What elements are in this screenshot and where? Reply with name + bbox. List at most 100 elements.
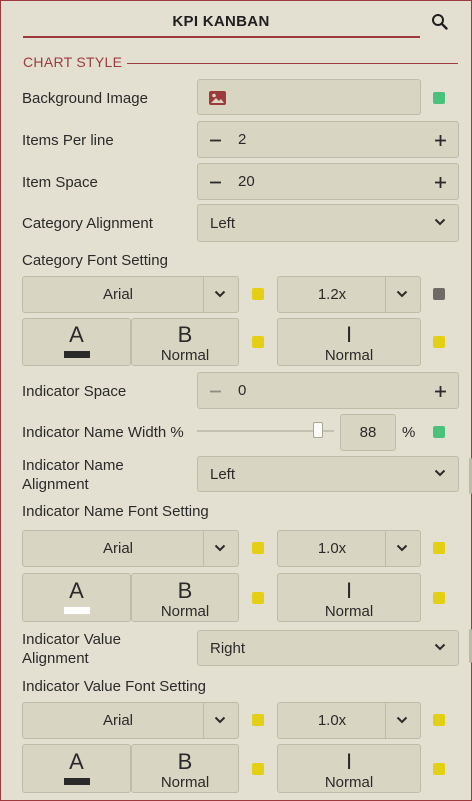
font-weight-value: Normal	[160, 347, 210, 364]
image-icon	[209, 91, 226, 105]
font-style-glyph: I	[345, 749, 353, 774]
panel-title: KPI KANBAN	[172, 13, 270, 30]
indicator-name-font-style-toggle[interactable]	[433, 592, 445, 604]
indicator-value-alignment-select[interactable]: Right	[197, 630, 459, 666]
font-color-glyph: A	[69, 749, 84, 774]
category-font-color-button[interactable]: A	[22, 318, 131, 366]
font-weight-glyph: B	[177, 578, 193, 603]
indicator-value-font-style-button[interactable]: I Normal	[277, 744, 421, 793]
indicator-name-alignment-label-line1: Indicator Name	[22, 457, 124, 474]
indicator-name-width-input[interactable]: 88	[340, 414, 396, 451]
dropdown-divider	[203, 531, 204, 566]
category-font-size-select[interactable]: 1.2x	[277, 276, 421, 313]
category-font-label: Category Font Setting	[22, 252, 168, 269]
category-font-family-select[interactable]: Arial	[22, 276, 239, 313]
item-space-stepper: 20	[197, 163, 459, 200]
font-style-value: Normal	[324, 347, 374, 364]
font-color-bar	[64, 607, 90, 614]
chevron-down-icon	[396, 290, 408, 297]
indicator-name-font-style-button[interactable]: I Normal	[277, 573, 421, 622]
minus-icon[interactable]	[209, 385, 222, 398]
indicator-value-font-size-value: 1.0x	[317, 712, 347, 729]
category-alignment-label: Category Alignment	[22, 215, 153, 232]
indicator-value-font-size-select[interactable]: 1.0x	[277, 702, 421, 739]
category-font-size-toggle[interactable]	[433, 288, 445, 300]
font-weight-glyph: B	[177, 322, 193, 347]
indicator-name-width-slider-handle[interactable]	[313, 422, 323, 438]
indicator-name-font-size-value: 1.0x	[317, 540, 347, 557]
item-space-label: Item Space	[22, 174, 98, 191]
category-font-style-button[interactable]: I Normal	[277, 318, 421, 366]
font-style-value: Normal	[324, 774, 374, 791]
indicator-name-font-family-select[interactable]: Arial	[22, 530, 239, 567]
category-font-weight-toggle[interactable]	[252, 336, 264, 348]
indicator-name-font-color-button[interactable]: A	[22, 573, 131, 622]
indicator-value-font-family-select[interactable]: Arial	[22, 702, 239, 739]
chevron-down-icon	[434, 469, 446, 477]
category-font-family-value: Arial	[102, 286, 133, 303]
background-image-toggle[interactable]	[433, 92, 445, 104]
font-color-bar	[64, 351, 90, 358]
plus-icon[interactable]	[434, 385, 447, 398]
minus-icon[interactable]	[209, 134, 222, 147]
indicator-value-font-family-value: Arial	[102, 712, 133, 729]
category-font-size-value: 1.2x	[317, 286, 347, 303]
indicator-name-font-family-value: Arial	[102, 540, 133, 557]
indicator-name-alignment-select[interactable]: Left	[197, 456, 459, 492]
indicator-value-font-style-toggle[interactable]	[433, 763, 445, 775]
indicator-value-font-size-toggle[interactable]	[433, 714, 445, 726]
indicator-space-stepper: 0	[197, 372, 459, 409]
indicator-value-font-color-button[interactable]: A	[22, 744, 131, 793]
percent-unit: %	[402, 424, 416, 441]
indicator-name-font-family-toggle[interactable]	[252, 542, 264, 554]
category-font-weight-button[interactable]: B Normal	[131, 318, 239, 366]
category-alignment-select[interactable]: Left	[197, 204, 459, 242]
indicator-name-width-label: Indicator Name Width %	[22, 424, 184, 441]
indicator-name-font-weight-toggle[interactable]	[252, 592, 264, 604]
minus-icon[interactable]	[209, 176, 222, 189]
chevron-down-icon	[434, 218, 446, 226]
font-style-glyph: I	[345, 578, 353, 603]
plus-icon[interactable]	[434, 176, 447, 189]
dropdown-divider	[203, 277, 204, 312]
dropdown-divider	[385, 703, 386, 738]
chevron-down-icon	[214, 544, 226, 551]
indicator-value-font-weight-button[interactable]: B Normal	[131, 744, 239, 793]
indicator-value-alignment-label-line2: Alignment	[22, 650, 89, 667]
indicator-space-value[interactable]: 0	[238, 382, 246, 399]
background-image-picker[interactable]	[197, 79, 421, 115]
search-icon[interactable]	[431, 13, 449, 31]
indicator-name-font-weight-button[interactable]: B Normal	[131, 573, 239, 622]
indicator-name-font-size-select[interactable]: 1.0x	[277, 530, 421, 567]
category-font-style-toggle[interactable]	[433, 336, 445, 348]
indicator-name-font-label: Indicator Name Font Setting	[22, 503, 209, 520]
category-font-family-toggle[interactable]	[252, 288, 264, 300]
items-per-line-label: Items Per line	[22, 132, 114, 149]
font-weight-value: Normal	[160, 603, 210, 620]
category-alignment-value: Left	[210, 215, 236, 232]
section-divider	[127, 63, 458, 64]
dropdown-divider	[203, 703, 204, 738]
chevron-down-icon	[214, 290, 226, 297]
indicator-name-font-size-toggle[interactable]	[433, 542, 445, 554]
font-color-glyph: A	[69, 578, 84, 603]
indicator-value-alignment-label-line1: Indicator Value	[22, 631, 121, 648]
kpi-kanban-settings-panel: KPI KANBAN CHART STYLE Background Image …	[0, 0, 472, 801]
indicator-value-font-weight-toggle[interactable]	[252, 763, 264, 775]
indicator-name-width-toggle[interactable]	[433, 426, 445, 438]
indicator-space-label: Indicator Space	[22, 383, 127, 400]
chevron-down-icon	[214, 716, 226, 723]
header-divider	[23, 36, 420, 38]
font-color-bar	[64, 778, 90, 785]
item-space-value[interactable]: 20	[238, 173, 255, 190]
items-per-line-stepper: 2	[197, 121, 459, 158]
font-weight-glyph: B	[177, 749, 193, 774]
font-style-value: Normal	[324, 603, 374, 620]
font-weight-value: Normal	[160, 774, 210, 791]
indicator-value-font-family-toggle[interactable]	[252, 714, 264, 726]
plus-icon[interactable]	[434, 134, 447, 147]
dropdown-divider	[385, 531, 386, 566]
chevron-down-icon	[396, 544, 408, 551]
chevron-down-icon	[434, 643, 446, 651]
items-per-line-value[interactable]: 2	[238, 131, 246, 148]
